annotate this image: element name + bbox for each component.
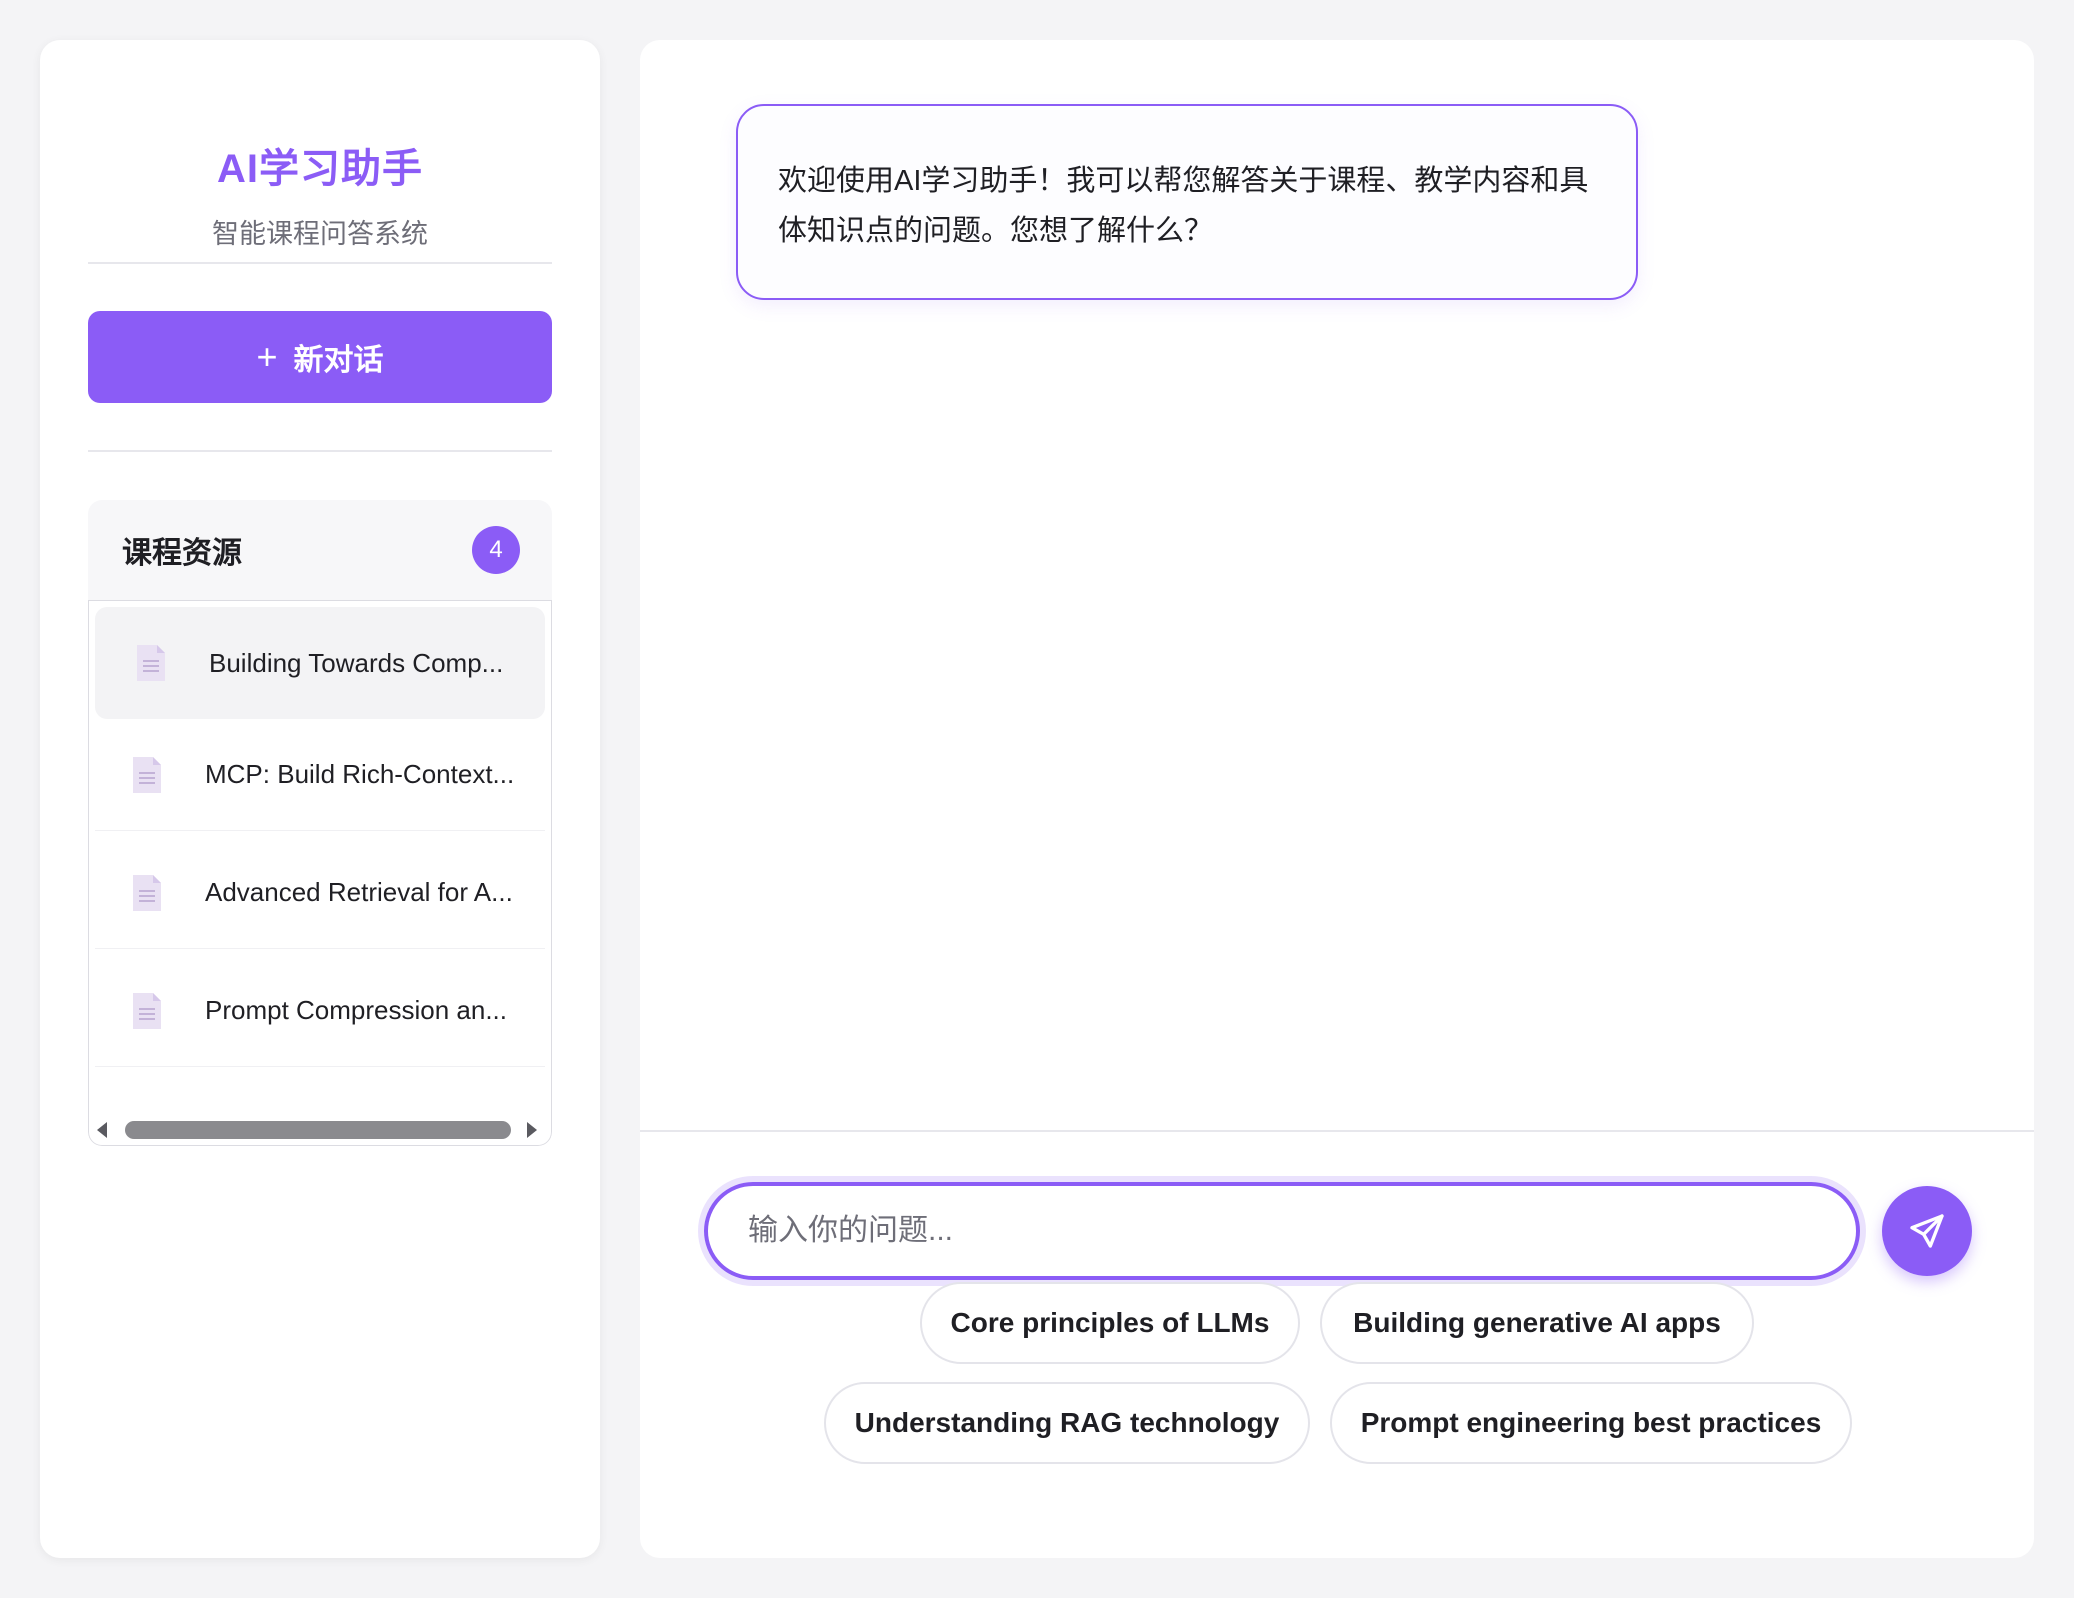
- app-subtitle: 智能课程问答系统: [212, 219, 428, 249]
- document-icon: [133, 992, 161, 1029]
- plus-icon: +: [256, 336, 278, 377]
- resource-item[interactable]: Advanced Retrieval for A...: [95, 837, 545, 949]
- divider: [640, 1130, 2034, 1132]
- resource-item[interactable]: Building Towards Comp...: [95, 607, 545, 719]
- divider: [88, 450, 552, 452]
- app-title: AI学习助手: [217, 147, 423, 191]
- course-resources-title: 课程资源: [122, 537, 242, 570]
- divider: [88, 262, 552, 264]
- resource-item-label: Building Towards Comp...: [209, 647, 504, 678]
- document-icon: [137, 645, 165, 681]
- scroll-right-icon[interactable]: [519, 1115, 545, 1145]
- resource-count-badge: 4: [472, 526, 520, 574]
- document-icon: [133, 756, 161, 793]
- resource-item-label: Prompt Compression an...: [205, 995, 508, 1025]
- send-button[interactable]: [1882, 1186, 1972, 1276]
- sidebar: AI学习助手 智能课程问答系统 + 新对话 课程资源 4 Building To…: [40, 40, 600, 1558]
- send-icon: [1910, 1214, 1944, 1248]
- suggestion-chip[interactable]: Core principles of LLMs: [920, 1282, 1300, 1364]
- resource-item-label: Advanced Retrieval for A...: [205, 877, 513, 907]
- suggestion-chip[interactable]: Building generative AI apps: [1320, 1282, 1754, 1364]
- resource-item-label: MCP: Build Rich-Context...: [205, 759, 515, 789]
- question-input-container: [704, 1182, 1860, 1280]
- new-chat-button[interactable]: + 新对话: [88, 311, 552, 403]
- course-resources-panel: 课程资源 4 Building Towards Comp... MCP: Bui…: [88, 500, 552, 1146]
- chat-panel: 欢迎使用AI学习助手！我可以帮您解答关于课程、教学内容和具体知识点的问题。您想了…: [640, 40, 2034, 1558]
- scrollbar-thumb[interactable]: [125, 1121, 511, 1139]
- welcome-message: 欢迎使用AI学习助手！我可以帮您解答关于课程、教学内容和具体知识点的问题。您想了…: [736, 104, 1638, 300]
- document-icon: [133, 874, 161, 911]
- suggestion-chip[interactable]: Understanding RAG technology: [824, 1382, 1310, 1464]
- question-input[interactable]: [748, 1214, 1856, 1248]
- new-chat-label: 新对话: [293, 344, 384, 377]
- resource-list: Building Towards Comp... MCP: Build Rich…: [88, 600, 552, 1146]
- course-resources-header[interactable]: 课程资源 4: [88, 500, 552, 600]
- scroll-left-icon[interactable]: [89, 1115, 115, 1145]
- resource-item[interactable]: MCP: Build Rich-Context...: [95, 719, 545, 831]
- resource-item[interactable]: Prompt Compression an...: [95, 955, 545, 1067]
- horizontal-scrollbar[interactable]: [89, 1115, 551, 1145]
- suggestion-chip[interactable]: Prompt engineering best practices: [1330, 1382, 1852, 1464]
